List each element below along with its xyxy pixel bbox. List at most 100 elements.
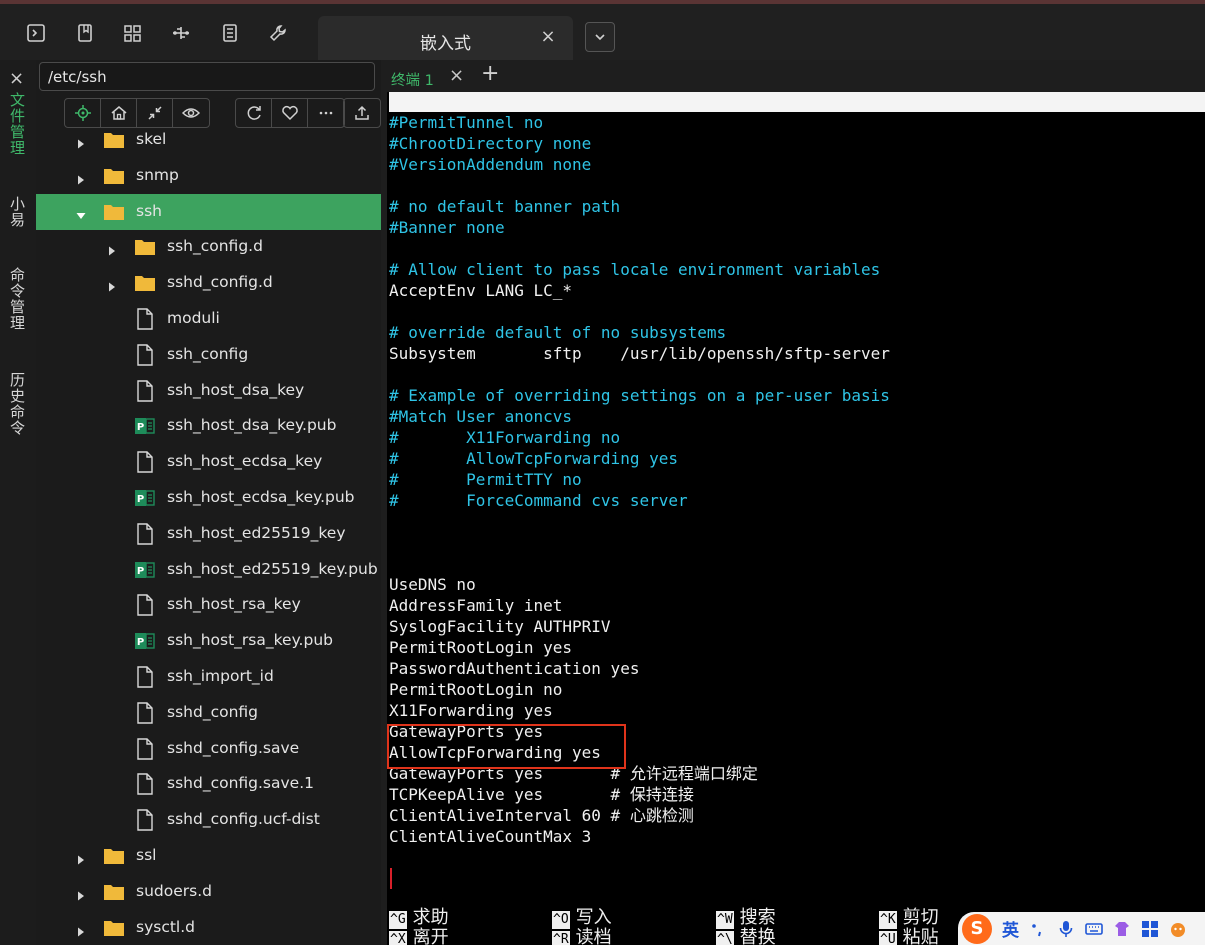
shortcut-key: ^W (716, 911, 734, 929)
tree-item-label: ssh_import_id (167, 667, 274, 685)
wrench-icon[interactable] (267, 22, 289, 44)
terminal-line: UseDNS no (389, 575, 476, 594)
terminal-view[interactable]: GNU nano 4.8 sshd_config #PermitTunnel n… (381, 92, 1205, 945)
terminal-line: Subsystem sftp /usr/lib/openssh/sftp-ser… (389, 344, 890, 363)
microphone-icon[interactable] (1057, 920, 1075, 938)
terminal-line: # ForceCommand cvs server (389, 491, 688, 510)
add-terminal-button[interactable]: + (481, 61, 499, 86)
chevron-down-icon (595, 34, 605, 41)
file-row[interactable]: Pssh_host_dsa_key.pub (36, 408, 381, 444)
side-nav: × 文件管理 小易 命令管理 历史命令 (0, 60, 36, 945)
file-icon (134, 809, 156, 831)
tree-item-label: ssh_host_ed25519_key (167, 523, 346, 542)
tab-embedded[interactable]: 嵌入式 × (318, 16, 573, 64)
tab-dropdown-button[interactable] (585, 22, 615, 52)
close-icon[interactable]: × (9, 68, 24, 89)
file-icon (134, 379, 156, 402)
file-icon (134, 308, 156, 330)
tree-item-label: ssh_host_dsa_key (167, 380, 305, 399)
list-icon[interactable] (219, 22, 241, 44)
tree-item-label: sshd_config (167, 702, 258, 721)
grid-icon[interactable] (122, 22, 144, 44)
file-row[interactable]: ssh_config (36, 337, 381, 373)
file-row[interactable]: Pssh_host_rsa_key.pub (36, 623, 381, 659)
tree-item-label: ssh_host_dsa_key.pub (167, 416, 337, 435)
mascot-icon[interactable] (1169, 920, 1187, 938)
terminal-line: X11Forwarding yes (389, 701, 553, 720)
folder-row[interactable]: sudoers.d (36, 874, 381, 910)
tree-item-label: sshd_config.ucf-dist (167, 810, 320, 829)
file-row[interactable]: sshd_config.save (36, 731, 381, 767)
ime-language-toggle[interactable]: 英 (1002, 916, 1019, 941)
network-icon[interactable] (170, 22, 192, 44)
expand-right-icon[interactable] (107, 241, 117, 256)
shortcut-label: 离开 (412, 927, 449, 945)
terminal-line: # override default of no subsystems (389, 323, 727, 342)
shortcut-key: ^U (879, 931, 897, 945)
tab-terminal-1-label: 终端 1 (391, 73, 434, 89)
tree-item-label: ssh_host_ecdsa_key.pub (167, 488, 355, 506)
terminal-line: PasswordAuthentication yes (389, 659, 640, 678)
folder-row[interactable]: ssh (36, 193, 381, 230)
nav-file-manager[interactable]: 文件管理 (8, 92, 28, 156)
folder-icon (134, 272, 156, 294)
file-icon (134, 451, 156, 473)
file-row[interactable]: sshd_config.save.1 (36, 766, 381, 802)
nano-shortcut: ^R 读档 (552, 929, 612, 945)
sogou-logo-icon[interactable]: S (962, 913, 992, 944)
text-cursor (390, 868, 392, 889)
punctuation-icon[interactable] (1029, 920, 1047, 938)
close-icon[interactable]: × (449, 65, 464, 86)
shortcut-label: 读档 (575, 927, 612, 945)
expand-right-icon[interactable] (76, 922, 86, 937)
file-row[interactable]: sshd_config.ucf-dist (36, 802, 381, 838)
tree-item-label: skel (136, 130, 167, 148)
file-row[interactable]: moduli (36, 301, 381, 337)
close-icon[interactable]: × (539, 28, 557, 46)
tree-item-label: ssh_config (167, 344, 249, 363)
expand-right-icon[interactable] (76, 850, 86, 865)
tab-terminal-1[interactable]: 终端 1 × (387, 64, 467, 92)
folder-icon (103, 201, 125, 223)
file-row[interactable]: ssh_host_ed25519_key (36, 516, 381, 552)
file-row[interactable]: ssh_host_rsa_key (36, 587, 381, 623)
tree-item-label: sshd_config.d (167, 273, 273, 292)
folder-row[interactable]: sshd_config.d (36, 265, 381, 301)
file-icon (134, 344, 156, 366)
svg-text:P: P (137, 422, 144, 433)
folder-row[interactable]: ssh_config.d (36, 229, 381, 265)
file-icon (134, 702, 156, 724)
file-row[interactable]: ssh_host_ecdsa_key (36, 444, 381, 480)
shortcut-label: 剪切 (902, 907, 939, 928)
expand-right-icon[interactable] (107, 277, 117, 292)
file-row[interactable]: sshd_config (36, 695, 381, 731)
tree-item-label: ssh (136, 201, 162, 220)
keyboard-icon[interactable] (1085, 920, 1103, 938)
file-row[interactable]: ssh_import_id (36, 659, 381, 695)
expand-right-icon[interactable] (76, 886, 86, 901)
expand-down-icon[interactable] (76, 206, 86, 219)
nav-xiaoyi[interactable]: 小易 (8, 196, 28, 228)
terminal-line: # X11Forwarding no (389, 428, 621, 447)
terminal-icon[interactable] (25, 22, 47, 44)
expand-right-icon[interactable] (76, 134, 86, 149)
folder-row[interactable]: sysctl.d (36, 910, 381, 945)
folder-row[interactable]: skel (36, 122, 381, 158)
terminal-line: SyslogFacility AUTHPRIV (389, 617, 611, 636)
publisher-file-icon: P (134, 415, 156, 437)
skin-icon[interactable] (1113, 920, 1131, 938)
nav-command-manager[interactable]: 命令管理 (8, 267, 28, 331)
file-row[interactable]: ssh_host_dsa_key (36, 373, 381, 409)
file-row[interactable]: Pssh_host_ecdsa_key.pub (36, 480, 381, 516)
folder-row[interactable]: snmp (36, 158, 381, 194)
nav-history-commands[interactable]: 历史命令 (8, 372, 28, 436)
terminal-line: #Banner none (389, 218, 505, 237)
nano-title-bar: GNU nano 4.8 sshd_config (389, 92, 1205, 151)
file-row[interactable]: Pssh_host_ed25519_key.pub (36, 552, 381, 588)
bookmark-icon[interactable] (74, 22, 96, 44)
nano-shortcut: ^G 求助 (389, 909, 449, 929)
folder-row[interactable]: ssl (36, 838, 381, 874)
path-input[interactable] (39, 62, 375, 91)
toolbox-icon[interactable] (1141, 920, 1159, 938)
expand-right-icon[interactable] (76, 170, 86, 185)
